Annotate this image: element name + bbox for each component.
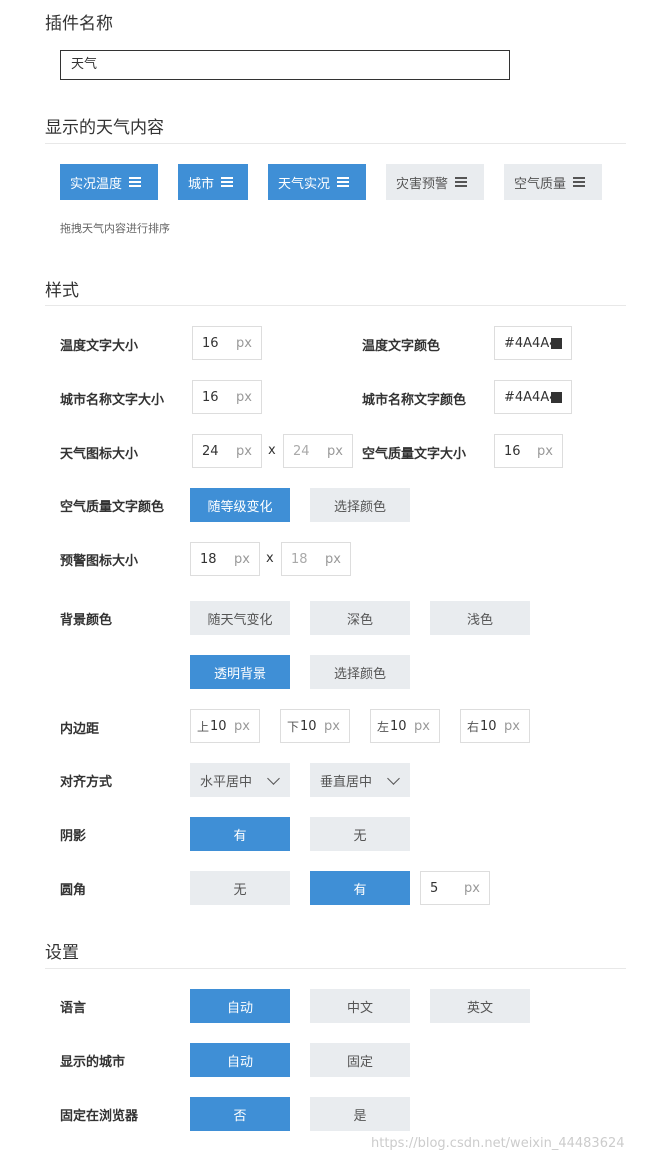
- style-divider: [45, 305, 626, 306]
- city-auto-button[interactable]: 自动: [190, 1043, 290, 1077]
- language-chinese-button[interactable]: 中文: [310, 989, 410, 1023]
- chip-label: 实况温度: [70, 176, 123, 192]
- vertical-align-select[interactable]: 垂直居中: [310, 763, 410, 797]
- icon-width-input[interactable]: 24 px: [192, 434, 262, 468]
- padding-right-input[interactable]: 右 10 px: [460, 709, 530, 743]
- style-title: 样式: [45, 281, 79, 301]
- aq-color-by-level-button[interactable]: 随等级变化: [190, 488, 290, 522]
- bg-transparent-button[interactable]: 透明背景: [190, 655, 290, 689]
- horizontal-align-select[interactable]: 水平居中: [190, 763, 290, 797]
- color-swatch: [551, 391, 562, 403]
- radius-input[interactable]: 5 px: [420, 871, 490, 905]
- times-sign: x: [266, 551, 274, 566]
- language-label: 语言: [60, 1001, 87, 1016]
- bg-by-weather-button[interactable]: 随天气变化: [190, 601, 290, 635]
- content-divider: [45, 143, 626, 144]
- language-english-button[interactable]: 英文: [430, 989, 530, 1023]
- temp-color-input[interactable]: #4A4A4A: [494, 326, 572, 360]
- chevron-down-icon: [267, 772, 280, 785]
- plugin-name-input[interactable]: 天气: [60, 50, 510, 80]
- chip-label: 空气质量: [514, 176, 567, 192]
- watermark: https://blog.csdn.net/weixin_44483624: [371, 1136, 625, 1151]
- drag-handle-icon: [573, 177, 586, 187]
- sort-hint: 拖拽天气内容进行排序: [60, 222, 170, 235]
- padding-label: 内边距: [60, 722, 100, 737]
- city-size-input[interactable]: 16 px: [192, 380, 262, 414]
- chip-disaster-warning[interactable]: 灾害预警: [386, 164, 484, 200]
- chip-air-quality[interactable]: 空气质量: [504, 164, 602, 200]
- chip-label: 城市: [188, 176, 215, 192]
- bg-light-button[interactable]: 浅色: [430, 601, 530, 635]
- bg-pick-color-button[interactable]: 选择颜色: [310, 655, 410, 689]
- aq-color-pick-button[interactable]: 选择颜色: [310, 488, 410, 522]
- warn-icon-height-input[interactable]: 18 px: [281, 542, 351, 576]
- shadow-label: 阴影: [60, 829, 87, 844]
- city-color-label: 城市名称文字颜色: [362, 393, 467, 408]
- chip-live-weather[interactable]: 天气实况: [268, 164, 366, 200]
- times-sign: x: [268, 443, 276, 458]
- settings-title: 设置: [45, 943, 79, 963]
- bg-dark-button[interactable]: 深色: [310, 601, 410, 635]
- bg-color-label: 背景颜色: [60, 613, 113, 628]
- chip-label: 灾害预警: [396, 176, 449, 192]
- padding-top-input[interactable]: 上 10 px: [190, 709, 260, 743]
- temp-size-input[interactable]: 16 px: [192, 326, 262, 360]
- icon-size-label: 天气图标大小: [60, 447, 139, 462]
- pin-yes-button[interactable]: 是: [310, 1097, 410, 1131]
- shadow-no-button[interactable]: 无: [310, 817, 410, 851]
- aq-size-label: 空气质量文字大小: [362, 447, 467, 462]
- pin-no-button[interactable]: 否: [190, 1097, 290, 1131]
- shadow-yes-button[interactable]: 有: [190, 817, 290, 851]
- plugin-name-title: 插件名称: [45, 14, 113, 34]
- drag-handle-icon: [221, 177, 234, 187]
- language-auto-button[interactable]: 自动: [190, 989, 290, 1023]
- city-color-input[interactable]: #4A4A4A: [494, 380, 572, 414]
- chip-live-temperature[interactable]: 实况温度: [60, 164, 158, 200]
- drag-handle-icon: [337, 177, 350, 187]
- warn-icon-width-input[interactable]: 18 px: [190, 542, 260, 576]
- chip-label: 天气实况: [278, 176, 331, 192]
- color-swatch: [551, 337, 562, 349]
- city-fixed-button[interactable]: 固定: [310, 1043, 410, 1077]
- icon-height-input[interactable]: 24 px: [283, 434, 353, 468]
- aq-size-input[interactable]: 16 px: [494, 434, 563, 468]
- aq-color-label: 空气质量文字颜色: [60, 500, 165, 515]
- display-city-label: 显示的城市: [60, 1055, 126, 1070]
- padding-left-input[interactable]: 左 10 px: [370, 709, 440, 743]
- settings-divider: [45, 968, 626, 969]
- padding-bottom-input[interactable]: 下 10 px: [280, 709, 350, 743]
- radius-no-button[interactable]: 无: [190, 871, 290, 905]
- temp-size-label: 温度文字大小: [60, 339, 139, 354]
- temp-color-label: 温度文字颜色: [362, 339, 441, 354]
- city-size-label: 城市名称文字大小: [60, 393, 165, 408]
- align-label: 对齐方式: [60, 775, 113, 790]
- chevron-down-icon: [387, 772, 400, 785]
- radius-label: 圆角: [60, 883, 87, 898]
- pin-browser-label: 固定在浏览器: [60, 1109, 139, 1124]
- warn-icon-size-label: 预警图标大小: [60, 554, 139, 569]
- content-title: 显示的天气内容: [45, 118, 164, 138]
- drag-handle-icon: [129, 177, 142, 187]
- chip-city[interactable]: 城市: [178, 164, 248, 200]
- radius-yes-button[interactable]: 有: [310, 871, 410, 905]
- drag-handle-icon: [455, 177, 468, 187]
